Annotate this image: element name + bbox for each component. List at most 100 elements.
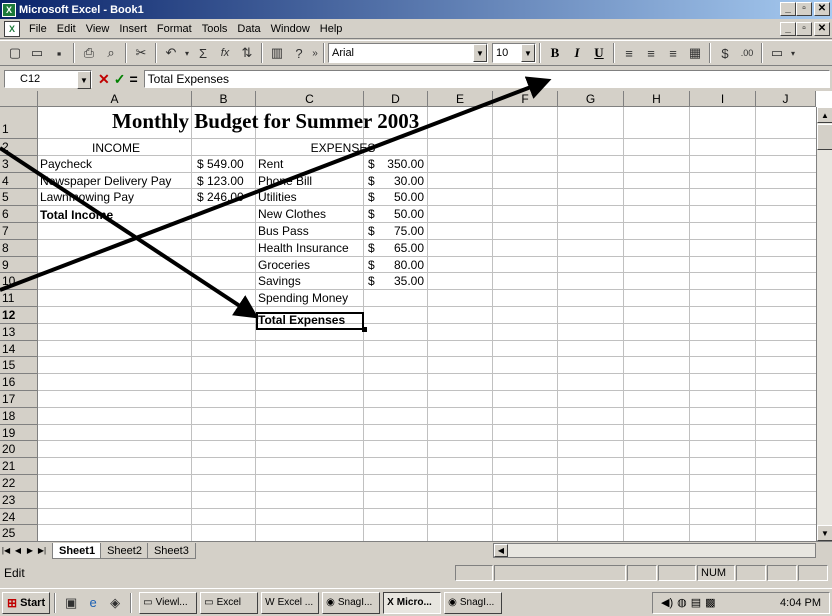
help-icon[interactable]: ? [288,42,310,64]
autosum-icon[interactable]: Σ [192,42,214,64]
row-header-12[interactable]: 12 [0,307,38,324]
align-left-icon[interactable]: ≡ [618,42,640,64]
menu-view[interactable]: View [81,23,115,35]
doc-minimize-button[interactable]: _ [780,22,796,36]
scroll-thumb[interactable] [817,124,832,150]
new-icon[interactable]: ▢ [4,42,26,64]
worksheet-grid[interactable]: ABCDEFGHIJ 1 2 3 4 5 6 7 8 9 10 11 12 13 14 15 16 17 18 19… [0,91,832,541]
maximize-button[interactable]: ▫ [796,2,812,16]
column-header-a[interactable]: A [38,91,192,107]
column-header-e[interactable]: E [428,91,493,107]
display-icon[interactable]: ▩ [705,596,715,609]
network-icon[interactable]: ◍ [677,596,687,609]
row-header-18[interactable]: 18 [0,407,38,425]
name-box[interactable]: C12 ▼ [4,70,92,89]
save-icon[interactable]: ▪ [48,42,70,64]
column-header-c[interactable]: C [256,91,364,107]
menu-insert[interactable]: Insert [114,23,152,35]
taskbar-task[interactable]: ▭ Excel [200,591,259,614]
row-header-3[interactable]: 3 [0,155,38,173]
document-icon[interactable]: X [4,20,20,37]
minimize-button[interactable]: _ [780,2,796,16]
sheet-tab-sheet3[interactable]: Sheet3 [146,542,196,559]
undo-dropdown-icon[interactable]: ▾ [182,42,192,64]
menu-data[interactable]: Data [232,23,265,35]
menu-window[interactable]: Window [266,23,315,35]
column-header-b[interactable]: B [192,91,256,107]
scroll-up-icon[interactable]: ▲ [817,107,832,123]
sort-ascending-icon[interactable]: ⇅ [236,42,258,64]
row-header-14[interactable]: 14 [0,340,38,358]
underline-button[interactable]: U [588,42,610,64]
column-header-i[interactable]: I [690,91,756,107]
row-header-15[interactable]: 15 [0,357,38,375]
menu-format[interactable]: Format [152,23,197,35]
row-header-4[interactable]: 4 [0,172,38,190]
column-header-h[interactable]: H [624,91,690,107]
row-header-20[interactable]: 20 [0,441,38,459]
select-all-corner[interactable] [0,91,38,107]
volume-icon[interactable]: ◀) [661,596,673,609]
formula-input[interactable]: Total Expenses [143,70,830,88]
bold-button[interactable]: B [544,42,566,64]
cut-icon[interactable]: ✂ [130,42,152,64]
cancel-icon[interactable]: ✕ [98,71,110,88]
menu-tools[interactable]: Tools [197,23,233,35]
column-header-f[interactable]: F [493,91,558,107]
doc-restore-button[interactable]: ▫ [796,22,812,36]
channels-icon[interactable]: ◈ [104,592,126,614]
row-header-7[interactable]: 7 [0,223,38,240]
font-name-select[interactable]: Arial ▼ [328,43,488,63]
italic-button[interactable]: I [566,42,588,64]
column-header-j[interactable]: J [756,91,816,107]
row-header-8[interactable]: 8 [0,239,38,257]
row-header-21[interactable]: 21 [0,458,38,475]
sheet-tab-sheet1[interactable]: Sheet1 [52,542,103,559]
horizontal-scrollbar[interactable]: ◀ [493,543,816,558]
undo-icon[interactable]: ↶ [160,42,182,64]
tray-app-icon[interactable]: ▤ [691,596,701,609]
close-button[interactable]: ✕ [814,2,830,16]
row-header-10[interactable]: 10 [0,273,38,291]
row-header-9[interactable]: 9 [0,256,38,274]
taskbar-task[interactable]: ▭ Viewl... [139,591,198,614]
browser-icon[interactable]: e [82,592,104,614]
row-header-24[interactable]: 24 [0,508,38,526]
row-header-19[interactable]: 19 [0,424,38,442]
align-right-icon[interactable]: ≡ [662,42,684,64]
row-header-13[interactable]: 13 [0,323,38,341]
align-center-icon[interactable]: ≡ [640,42,662,64]
vertical-scrollbar[interactable]: ▲ ▼ [816,107,832,541]
chart-wizard-icon[interactable]: ▥ [266,42,288,64]
increase-decimal-icon[interactable]: .00 [736,42,758,64]
borders-dropdown-icon[interactable]: ▾ [788,42,798,64]
font-size-select[interactable]: 10 ▼ [492,43,536,63]
next-sheet-icon[interactable]: ▶ [24,544,36,558]
row-header-17[interactable]: 17 [0,391,38,408]
column-header-g[interactable]: G [558,91,624,107]
menu-help[interactable]: Help [315,23,348,35]
row-header-22[interactable]: 22 [0,475,38,492]
row-header-6[interactable]: 6 [0,206,38,223]
open-icon[interactable]: ▭ [26,42,48,64]
row-header-11[interactable]: 11 [0,290,38,307]
scroll-down-icon[interactable]: ▼ [817,525,832,541]
taskbar-task[interactable]: W Excel ... [261,591,320,614]
merge-center-icon[interactable]: ▦ [684,42,706,64]
menu-file[interactable]: File [24,23,52,35]
start-button[interactable]: ⊞ Start [2,591,51,614]
taskbar-task[interactable]: ◉ SnagI... [322,591,381,614]
column-header-d[interactable]: D [364,91,428,107]
first-sheet-icon[interactable]: |◀ [0,544,12,558]
prev-sheet-icon[interactable]: ◀ [12,544,24,558]
row-header-1[interactable]: 1 [0,107,38,139]
row-header-23[interactable]: 23 [0,491,38,509]
tray-icons[interactable]: ◀) ◍ ▤ ▩ [661,596,716,609]
sheet-tab-sheet2[interactable]: Sheet2 [100,542,149,559]
taskbar-task[interactable]: X Micro... [383,591,442,614]
desktop-icon[interactable]: ▣ [60,592,82,614]
print-icon[interactable]: ⎙ [78,42,100,64]
borders-icon[interactable]: ▭ [766,42,788,64]
menu-edit[interactable]: Edit [52,23,81,35]
print-preview-icon[interactable]: ⌕ [100,42,122,64]
